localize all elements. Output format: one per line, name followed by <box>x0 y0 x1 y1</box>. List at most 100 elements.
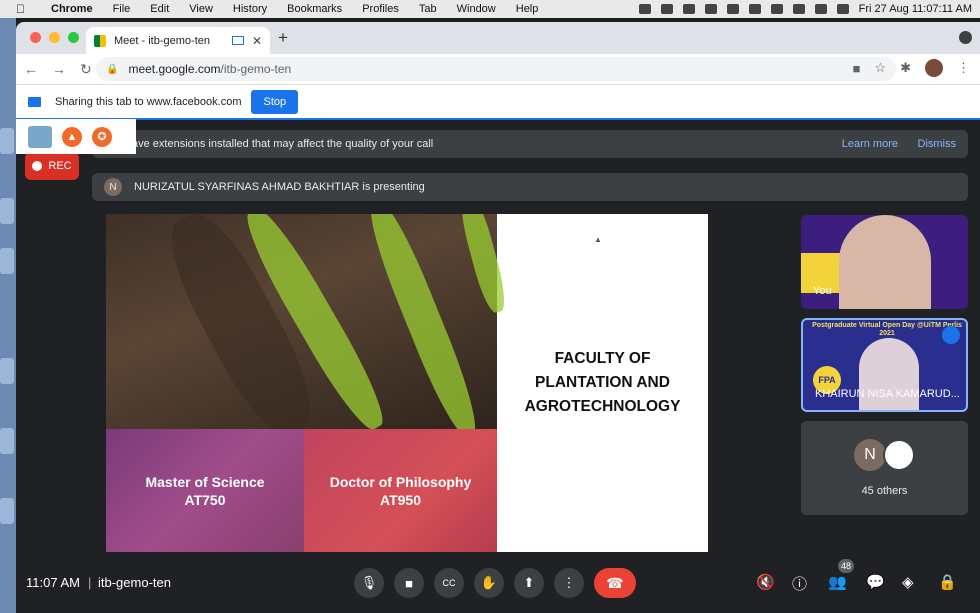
desktop-file-icon[interactable] <box>0 358 14 384</box>
raise-hand-button[interactable]: ✋ <box>474 568 504 598</box>
lock-icon[interactable]: 🔒 <box>106 64 118 75</box>
microphone-button[interactable]: 🎙 <box>354 568 384 598</box>
mute-all-icon[interactable]: 🔇 <box>756 573 775 591</box>
battery-icon[interactable] <box>748 4 761 14</box>
learn-more-link[interactable]: Learn more <box>842 138 898 150</box>
close-tab-icon[interactable]: ✕ <box>252 34 262 48</box>
browser-toolbar: ← → ↻ 🔒 meet.google.com/itb-gemo-ten ■ ☆… <box>16 54 980 84</box>
activities-icon[interactable]: ◈ <box>902 573 914 591</box>
apple-icon[interactable]:  <box>16 2 25 16</box>
menu-tab[interactable]: Tab <box>419 3 437 15</box>
participant-video <box>859 338 919 410</box>
tab-casting-icon <box>231 36 244 45</box>
desktop-file-icon[interactable] <box>0 498 14 524</box>
flag-icon[interactable] <box>682 4 695 14</box>
menu-app-name[interactable]: Chrome <box>51 3 93 15</box>
sharing-text: Sharing this tab to www.facebook.com <box>55 95 242 108</box>
extension-id-card-icon[interactable] <box>28 125 52 148</box>
meet-control-bar: 11:07 AM | itb-gemo-ten 🎙 ■ CC ✋ ⬆ ⋮ ☎ 🔇… <box>16 559 980 613</box>
desktop-file-icon[interactable] <box>0 128 14 154</box>
back-icon[interactable]: ← <box>24 61 38 78</box>
screen-record-icon[interactable] <box>638 4 651 14</box>
tab-meet[interactable]: Meet - itb-gemo-ten ✕ <box>86 27 270 54</box>
phd-program-panel: Doctor of Philosophy AT950 <box>304 429 497 552</box>
extensions-warning-banner: ave extensions installed that may affect… <box>92 130 968 158</box>
menu-help[interactable]: Help <box>516 3 539 15</box>
tab-search-icon[interactable] <box>959 31 972 44</box>
extension-badge-icon[interactable]: ✪ <box>92 126 112 147</box>
meeting-time: 11:07 AM <box>26 575 80 590</box>
meet-favicon-icon <box>94 34 106 47</box>
menu-profiles[interactable]: Profiles <box>362 3 399 15</box>
slide-photo-crops <box>106 214 511 447</box>
menu-edit[interactable]: Edit <box>150 3 169 15</box>
more-vert-icon: ⋮ <box>562 575 576 590</box>
window-controls <box>30 32 79 43</box>
tab-title: Meet - itb-gemo-ten <box>114 34 210 47</box>
bookmark-star-icon[interactable]: ☆ <box>874 60 886 76</box>
self-video-tile[interactable]: You <box>801 215 968 309</box>
others-tile[interactable]: N 45 others <box>801 421 968 515</box>
captions-icon: CC <box>442 578 456 588</box>
msc-program-panel: Master of Science AT750 <box>106 429 304 552</box>
msc-code: AT750 <box>184 491 226 508</box>
forward-icon[interactable]: → <box>52 61 66 78</box>
control-center-icon[interactable] <box>814 4 827 14</box>
desktop-file-icon[interactable] <box>0 428 14 454</box>
bluetooth-icon[interactable] <box>726 4 739 14</box>
address-bar[interactable]: 🔒 meet.google.com/itb-gemo-ten <box>96 57 896 81</box>
hand-icon: ✋ <box>480 575 498 590</box>
menu-window[interactable]: Window <box>457 3 496 15</box>
more-options-button[interactable]: ⋮ <box>554 568 584 598</box>
extensions-icon[interactable]: ✱ <box>900 60 911 76</box>
faculty-title: FACULTY OF PLANTATION AND AGROTECHNOLOGY <box>497 214 708 552</box>
recording-badge[interactable]: REC <box>25 152 79 180</box>
separator: | <box>88 575 92 590</box>
minimize-window-icon[interactable] <box>49 32 60 43</box>
more-menu-icon[interactable]: ⋮ <box>957 60 970 76</box>
camera-in-use-icon[interactable]: ■ <box>853 61 861 76</box>
reload-icon[interactable]: ↻ <box>80 61 92 78</box>
dismiss-button[interactable]: Dismiss <box>918 138 957 150</box>
tab-sharing-bar: Sharing this tab to www.facebook.com Sto… <box>16 84 980 118</box>
host-controls-icon[interactable]: 🔒 <box>938 573 957 591</box>
captions-button[interactable]: CC <box>434 568 464 598</box>
participant-avatar-logo <box>883 439 915 471</box>
extension-triangle-icon[interactable]: ▲ <box>62 126 82 147</box>
menu-view[interactable]: View <box>189 3 213 15</box>
siri-icon[interactable] <box>836 4 849 14</box>
wifi-icon[interactable] <box>770 4 783 14</box>
desktop-file-icon[interactable] <box>0 198 14 224</box>
rec-label: REC <box>48 160 72 172</box>
participant-avatar: N <box>854 439 886 471</box>
macos-menubar:  Chrome File Edit View History Bookmark… <box>0 0 980 18</box>
leave-call-button[interactable]: ☎ <box>594 568 636 598</box>
volume-icon[interactable] <box>704 4 717 14</box>
presentation-slide: Master of Science AT750 Doctor of Philos… <box>106 214 708 552</box>
camera-icon: ■ <box>405 575 413 591</box>
desktop-file-icon[interactable] <box>0 248 14 274</box>
people-icon[interactable]: 👥 <box>828 573 847 591</box>
menu-bookmarks[interactable]: Bookmarks <box>287 3 342 15</box>
meeting-details-icon[interactable]: ⓘ <box>792 573 807 594</box>
speaking-indicator-icon <box>942 326 960 344</box>
recording-dot-icon <box>32 161 43 171</box>
faculty-line-2: PLANTATION AND <box>535 374 670 391</box>
profile-avatar[interactable] <box>925 59 943 77</box>
zoom-window-icon[interactable] <box>68 32 79 43</box>
camera-button[interactable]: ■ <box>394 568 424 598</box>
menu-file[interactable]: File <box>113 3 131 15</box>
search-icon[interactable] <box>792 4 805 14</box>
desktop-background <box>0 18 16 613</box>
tab-strip: Meet - itb-gemo-ten ✕ + <box>16 22 980 54</box>
stop-sharing-button[interactable]: Stop <box>251 89 299 114</box>
menubar-clock[interactable]: Fri 27 Aug 11:07:11 AM <box>859 3 972 15</box>
time-machine-icon[interactable] <box>660 4 673 14</box>
present-button[interactable]: ⬆ <box>514 568 544 598</box>
close-window-icon[interactable] <box>30 32 41 43</box>
chat-icon[interactable]: 💬 <box>866 573 885 591</box>
faculty-line-3: AGROTECHNOLOGY <box>524 398 681 415</box>
new-tab-button[interactable]: + <box>278 28 288 48</box>
menu-history[interactable]: History <box>233 3 267 15</box>
speaker-video-tile[interactable]: Postgraduate Virtual Open Day @UiTM Perl… <box>801 318 968 412</box>
